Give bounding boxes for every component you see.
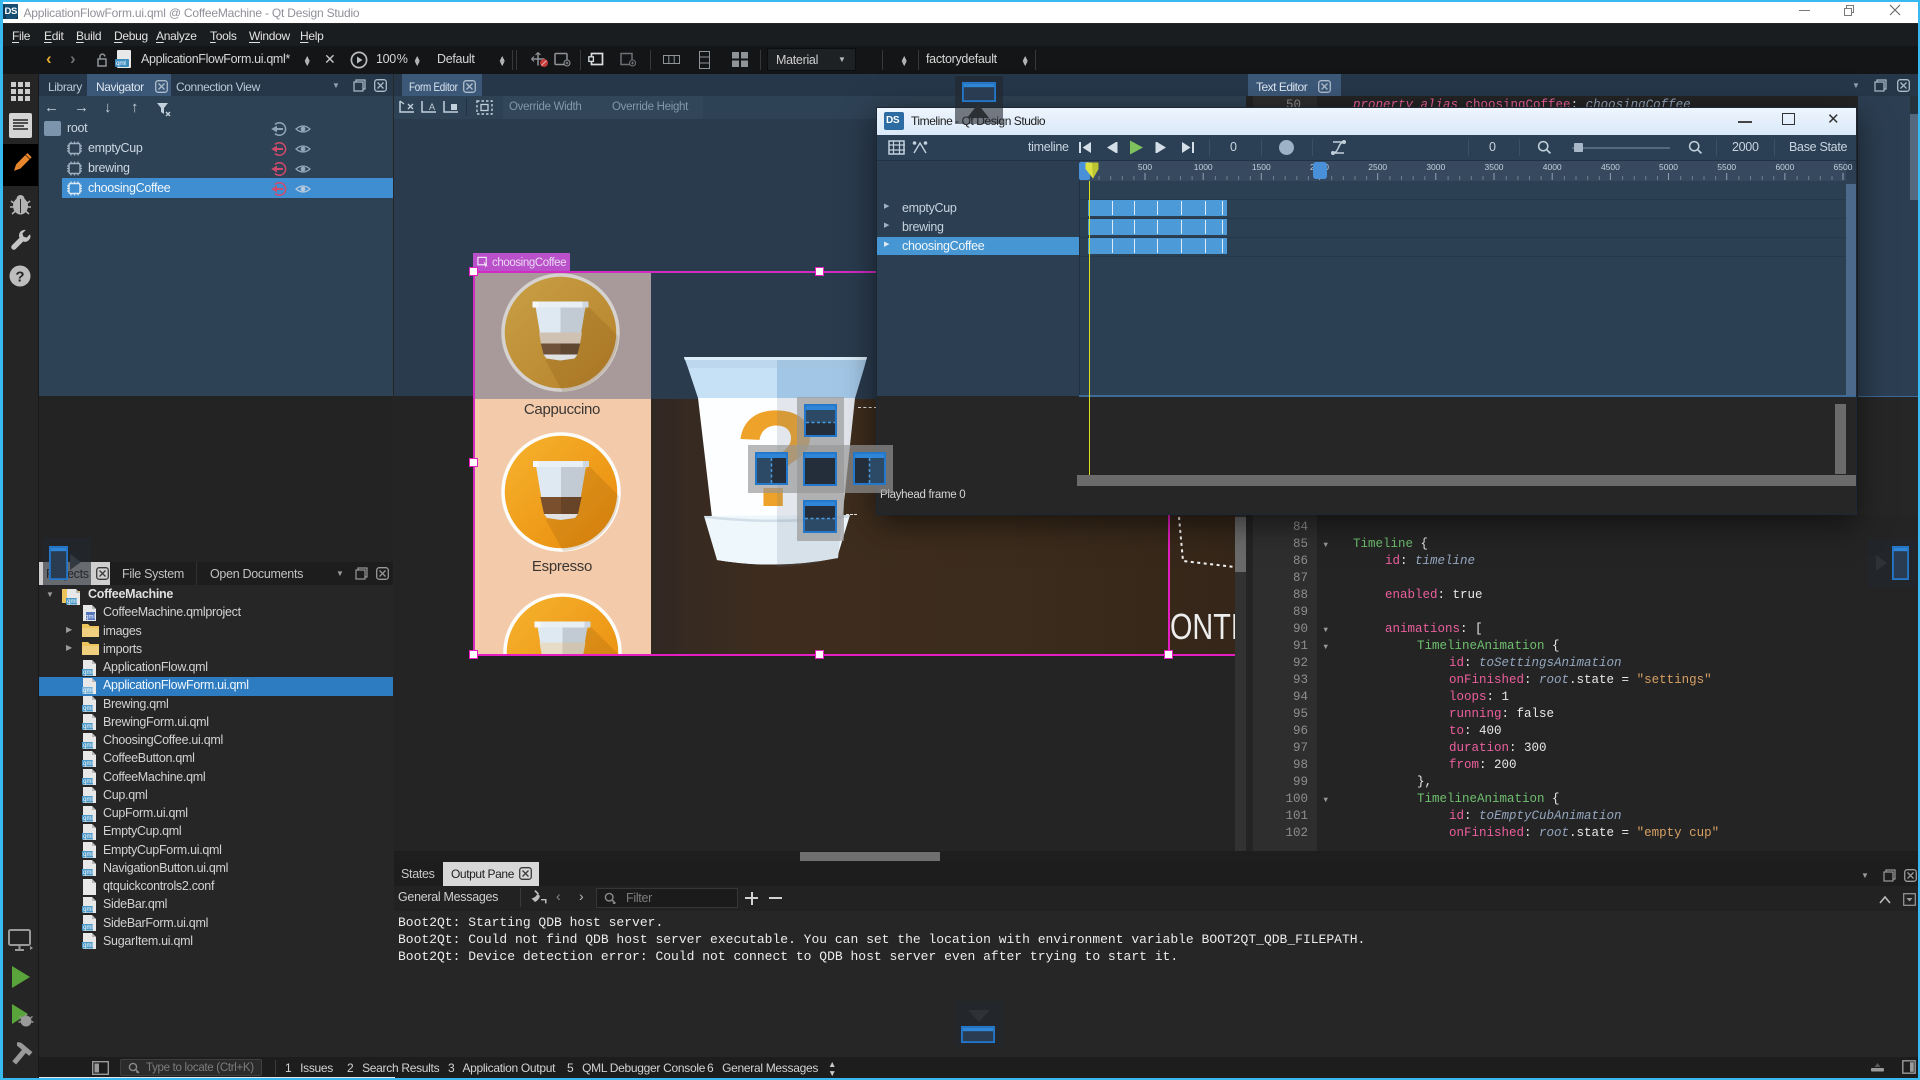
svg-text:qml: qml (83, 907, 93, 913)
svg-text:3000: 3000 (1426, 162, 1445, 172)
svg-text:qml: qml (83, 816, 93, 822)
svg-text:qml: qml (83, 761, 93, 767)
svg-text:qml: qml (83, 852, 93, 858)
svg-text:5500: 5500 (1717, 162, 1736, 172)
svg-text:2500: 2500 (1368, 162, 1387, 172)
svg-text:qml: qml (67, 599, 77, 605)
svg-text:qml: qml (83, 925, 93, 931)
svg-text:?: ? (15, 269, 24, 286)
svg-text:qml: qml (83, 779, 93, 785)
svg-text:6000: 6000 (1775, 162, 1794, 172)
svg-text:1000: 1000 (1194, 162, 1213, 172)
svg-text:qml: qml (83, 670, 93, 676)
svg-text:qml: qml (83, 706, 93, 712)
svg-text:qml: qml (83, 943, 93, 949)
svg-text:qml: qml (83, 688, 93, 694)
svg-text:qml: qml (83, 834, 93, 840)
svg-text:6500: 6500 (1834, 162, 1853, 172)
svg-text:qml: qml (85, 614, 95, 620)
svg-text:A: A (429, 102, 435, 112)
svg-text:qml: qml (83, 797, 93, 803)
svg-text:4000: 4000 (1543, 162, 1562, 172)
svg-text:1500: 1500 (1252, 162, 1271, 172)
svg-text:qml: qml (83, 743, 93, 749)
svg-text:qml: qml (83, 870, 93, 876)
svg-text:4500: 4500 (1601, 162, 1620, 172)
svg-text:5000: 5000 (1659, 162, 1678, 172)
svg-text:3500: 3500 (1485, 162, 1504, 172)
svg-text:500: 500 (1138, 162, 1152, 172)
svg-text:qml: qml (83, 724, 93, 730)
